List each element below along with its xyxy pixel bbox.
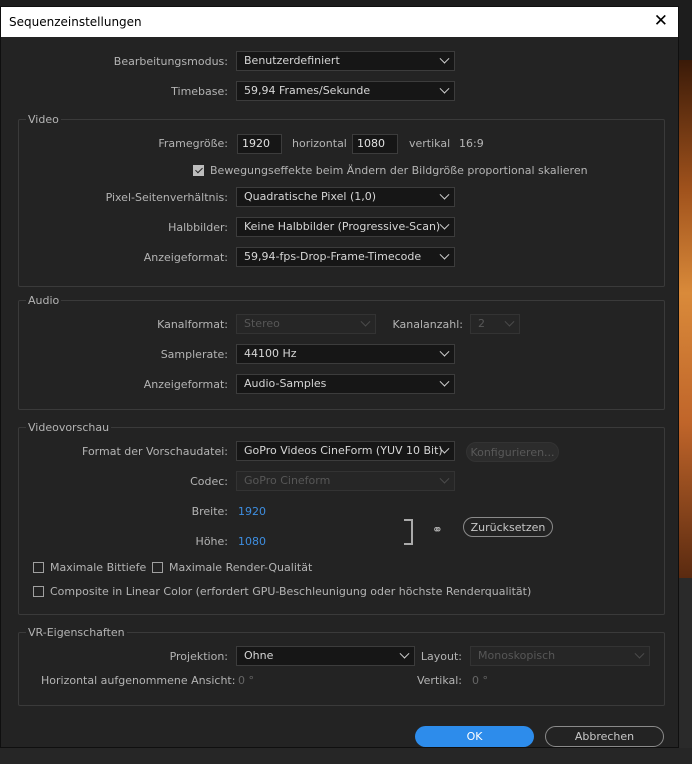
preview-format-label: Format der Vorschaudatei: (82, 445, 228, 458)
frame-height-field[interactable]: 1080 (352, 134, 398, 154)
chevron-down-icon (439, 189, 450, 200)
frame-width-field[interactable]: 1920 (237, 134, 282, 154)
audio-display-format-label: Anzeigeformat: (143, 378, 228, 391)
codec-dropdown[interactable]: GoPro Cineform (236, 471, 455, 491)
chevron-down-icon (439, 53, 450, 64)
sample-rate-dropdown[interactable]: 44100 Hz (236, 344, 455, 364)
channel-format-dropdown[interactable]: Stereo (236, 314, 376, 334)
preview-width-label: Breite: (191, 505, 228, 518)
chevron-down-icon (439, 376, 450, 387)
video-display-format-label: Anzeigeformat: (143, 251, 228, 264)
preview-width-value[interactable]: 1920 (238, 505, 266, 518)
video-display-format-dropdown[interactable]: 59,94-fps-Drop-Frame-Timecode (236, 247, 455, 267)
vr-vertical-value[interactable]: 0 ° (472, 674, 488, 687)
sample-rate-value: 44100 Hz (244, 347, 297, 360)
cancel-button[interactable]: Abbrechen (545, 726, 664, 747)
vertical-label: vertikal (409, 137, 451, 150)
dialog-title: Sequenzeinstellungen (9, 15, 142, 29)
close-icon[interactable]: ✕ (654, 11, 668, 31)
background-timeline-strip (0, 748, 692, 764)
max-render-quality-checkbox[interactable] (152, 562, 163, 573)
video-preview-section-title: Videovorschau (26, 421, 112, 434)
vr-section-title: VR-Eigenschaften (26, 626, 127, 639)
chevron-down-icon (634, 648, 645, 659)
video-display-format-value: 59,94-fps-Drop-Frame-Timecode (244, 250, 422, 263)
configure-button[interactable]: Konfigurieren... (466, 442, 559, 462)
vr-vertical-label: Vertikal: (416, 674, 462, 687)
pixel-aspect-dropdown[interactable]: Quadratische Pixel (1,0) (236, 187, 455, 207)
projection-label: Projektion: (169, 650, 228, 663)
chevron-down-icon (504, 316, 515, 327)
timebase-label: Timebase: (171, 85, 228, 98)
audio-display-format-dropdown[interactable]: Audio-Samples (236, 374, 455, 394)
editing-mode-label: Bearbeitungsmodus: (113, 55, 228, 68)
h-view-label: Horizontal aufgenommene Ansicht: (41, 674, 236, 687)
link-chain-icon[interactable]: ⚭ (432, 523, 443, 538)
horizontal-label: horizontal (292, 137, 347, 150)
max-bit-depth-checkbox[interactable] (33, 562, 44, 573)
chevron-down-icon (360, 316, 371, 327)
chevron-down-icon (439, 473, 450, 484)
max-bit-depth-label: Maximale Bittiefe (50, 561, 147, 574)
channel-count-label: Kanalanzahl: (392, 318, 464, 331)
timebase-dropdown[interactable]: 59,94 Frames/Sekunde (236, 81, 455, 101)
channel-format-value: Stereo (244, 317, 280, 330)
fields-label: Halbbilder: (168, 221, 228, 234)
chevron-down-icon (439, 83, 450, 94)
preview-height-value[interactable]: 1080 (238, 535, 266, 548)
fields-value: Keine Halbbilder (Progressive-Scan) (244, 220, 441, 233)
scale-proportional-label: Bewegungseffekte beim Ändern der Bildgrö… (210, 164, 588, 177)
projection-dropdown[interactable]: Ohne (236, 646, 415, 666)
composite-linear-checkbox[interactable] (33, 586, 44, 597)
composite-linear-label: Composite in Linear Color (erfordert GPU… (50, 585, 532, 598)
max-render-quality-label: Maximale Render-Qualität (169, 561, 313, 574)
pixel-aspect-label: Pixel-Seitenverhältnis: (105, 191, 228, 204)
editing-mode-value: Benutzerdefiniert (244, 54, 340, 67)
background-panel-strip (679, 578, 692, 764)
layout-dropdown[interactable]: Monoskopisch (470, 646, 650, 666)
reset-button[interactable]: Zurücksetzen (463, 517, 553, 537)
chevron-down-icon (439, 249, 450, 260)
audio-display-format-value: Audio-Samples (244, 377, 327, 390)
channel-count-value: 2 (478, 317, 485, 330)
layout-label: Layout: (420, 650, 462, 663)
preview-height-label: Höhe: (195, 535, 228, 548)
channel-count-dropdown[interactable]: 2 (470, 314, 520, 334)
fields-dropdown[interactable]: Keine Halbbilder (Progressive-Scan) (236, 217, 455, 237)
pixel-aspect-value: Quadratische Pixel (1,0) (244, 190, 377, 203)
vr-section (18, 632, 665, 706)
link-bracket (404, 519, 413, 545)
background-image-strip (679, 60, 692, 578)
codec-label: Codec: (190, 475, 228, 488)
aspect-ratio-value: 16:9 (459, 137, 484, 150)
preview-format-value: GoPro Videos CineForm (YUV 10 Bit) (244, 444, 443, 457)
chevron-down-icon (439, 219, 450, 230)
audio-section-title: Audio (26, 294, 62, 307)
scale-proportional-checkbox[interactable] (193, 165, 204, 176)
editing-mode-dropdown[interactable]: Benutzerdefiniert (236, 51, 455, 71)
h-view-value[interactable]: 0 ° (238, 674, 254, 687)
video-section-title: Video (26, 113, 61, 126)
layout-value: Monoskopisch (478, 649, 556, 662)
ok-button[interactable]: OK (415, 726, 534, 747)
sequence-settings-dialog: Sequenzeinstellungen ✕ Bearbeitungsmodus… (0, 6, 679, 748)
preview-format-dropdown[interactable]: GoPro Videos CineForm (YUV 10 Bit) (236, 441, 455, 461)
frame-size-label: Framegröße: (158, 137, 228, 150)
codec-value: GoPro Cineform (244, 474, 331, 487)
timebase-value: 59,94 Frames/Sekunde (244, 84, 371, 97)
title-bar: Sequenzeinstellungen ✕ (1, 7, 678, 37)
chevron-down-icon (439, 346, 450, 357)
projection-value: Ohne (244, 649, 274, 662)
channel-format-label: Kanalformat: (157, 318, 228, 331)
sample-rate-label: Samplerate: (160, 348, 228, 361)
